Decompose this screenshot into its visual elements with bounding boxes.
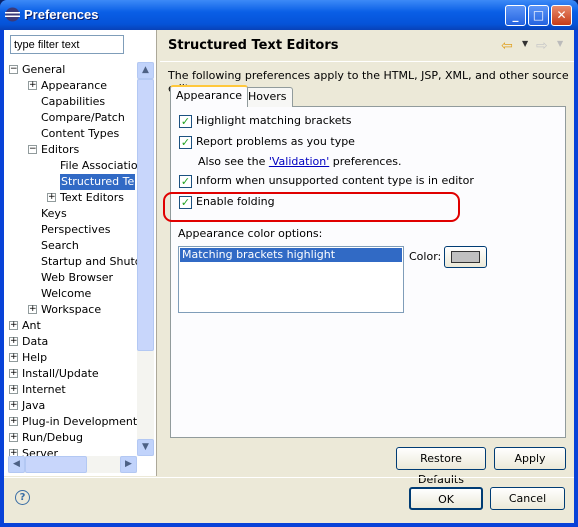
tree-item[interactable]: Content Types: [41, 126, 119, 142]
appearance-tab-content: ✓ Highlight matching brackets ✓ Report p…: [163, 106, 566, 438]
window-title: Preferences: [24, 7, 99, 22]
color-label: Color:: [409, 250, 442, 263]
collapse-icon[interactable]: −: [28, 145, 37, 154]
tree-item[interactable]: File Associatio: [60, 158, 137, 174]
expand-icon[interactable]: +: [47, 193, 56, 202]
tree-item[interactable]: Ant: [22, 318, 41, 334]
color-option-item[interactable]: Matching brackets highlight: [180, 248, 402, 262]
tree-vertical-scrollbar[interactable]: ▲ ▼: [137, 62, 154, 456]
expand-icon[interactable]: +: [9, 337, 18, 346]
expand-icon[interactable]: +: [9, 401, 18, 410]
color-options-label: Appearance color options:: [178, 227, 323, 240]
tree-item[interactable]: Perspectives: [41, 222, 110, 238]
tree-item[interactable]: Welcome: [41, 286, 91, 302]
tree-item[interactable]: Data: [22, 334, 48, 350]
collapse-icon[interactable]: −: [9, 65, 18, 74]
highlight-brackets-checkbox[interactable]: ✓: [179, 115, 192, 128]
tree-item[interactable]: General: [22, 62, 65, 78]
expand-icon[interactable]: +: [9, 433, 18, 442]
expand-icon[interactable]: +: [9, 417, 18, 426]
tree-item[interactable]: Editors: [41, 142, 79, 158]
tab-hovers[interactable]: Hovers: [242, 87, 293, 107]
tree-item[interactable]: Web Browser: [41, 270, 113, 286]
tree-item[interactable]: Help: [22, 350, 47, 366]
report-problems-checkbox[interactable]: ✓: [179, 136, 192, 149]
validation-suffix: preferences.: [329, 155, 402, 168]
close-button[interactable]: ✕: [551, 5, 572, 26]
page-title: Structured Text Editors: [168, 38, 339, 53]
expand-icon[interactable]: +: [9, 385, 18, 394]
minimize-button[interactable]: _: [505, 5, 526, 26]
tree-item[interactable]: Appearance: [41, 78, 107, 94]
apply-button[interactable]: Apply: [494, 447, 566, 470]
tree-item[interactable]: Structured Te: [60, 174, 136, 190]
title-bar[interactable]: Preferences _ □ ✕: [0, 0, 578, 30]
ok-button[interactable]: OK: [409, 487, 483, 510]
preferences-window: Preferences _ □ ✕ −General+AppearanceCap…: [0, 0, 578, 527]
inform-unsupported-checkbox[interactable]: ✓: [179, 175, 192, 188]
help-icon[interactable]: ?: [15, 490, 30, 505]
tree-item[interactable]: Compare/Patch: [41, 110, 125, 126]
forward-menu-chevron-icon[interactable]: ▼: [557, 39, 563, 48]
maximize-button[interactable]: □: [528, 5, 549, 26]
validation-link[interactable]: 'Validation': [269, 155, 329, 168]
dialog-body: −General+AppearanceCapabilitiesCompare/P…: [4, 30, 574, 523]
color-picker-button[interactable]: [444, 246, 487, 268]
preference-tree: − General + Appearance Capabilities Compare/P…: [8, 60, 137, 471]
panel-sash[interactable]: [156, 30, 160, 476]
tree-item[interactable]: Run/Debug: [22, 430, 83, 446]
header-divider: [160, 61, 574, 62]
tree-item[interactable]: Text Editors: [60, 190, 124, 206]
inform-unsupported-label: Inform when unsupported content type is …: [196, 174, 474, 187]
scroll-thumb[interactable]: [137, 79, 154, 351]
tree-item[interactable]: Internet: [22, 382, 66, 398]
hscroll-thumb[interactable]: [25, 456, 87, 473]
filter-input[interactable]: [10, 35, 124, 54]
eclipse-icon: [5, 7, 20, 22]
expand-icon[interactable]: +: [28, 305, 37, 314]
expand-icon[interactable]: +: [9, 369, 18, 378]
report-problems-label: Report problems as you type: [196, 135, 355, 148]
expand-icon[interactable]: +: [9, 353, 18, 362]
restore-defaults-button[interactable]: Restore Defaults: [396, 447, 486, 486]
back-menu-chevron-icon[interactable]: ▼: [522, 39, 528, 48]
tree-item[interactable]: Workspace: [41, 302, 101, 318]
tree-item[interactable]: Capabilities: [41, 94, 105, 110]
expand-icon[interactable]: +: [28, 81, 37, 90]
validation-prefix: Also see the: [198, 155, 269, 168]
highlight-brackets-label: Highlight matching brackets: [196, 114, 352, 127]
color-swatch: [451, 251, 480, 263]
tree-item[interactable]: Search: [41, 238, 79, 254]
highlight-annotation: [163, 192, 460, 222]
color-options-list[interactable]: Matching brackets highlight: [178, 246, 404, 313]
scroll-up-icon[interactable]: ▲: [137, 62, 154, 79]
scroll-left-icon[interactable]: ◀: [8, 456, 25, 473]
scroll-right-icon[interactable]: ▶: [120, 456, 137, 473]
preference-tree-panel: −General+AppearanceCapabilitiesCompare/P…: [4, 30, 156, 476]
expand-icon[interactable]: +: [9, 321, 18, 330]
scroll-down-icon[interactable]: ▼: [137, 439, 154, 456]
cancel-button[interactable]: Cancel: [490, 487, 565, 510]
tab-appearance[interactable]: Appearance: [170, 85, 249, 107]
tree-item[interactable]: Java: [22, 398, 45, 414]
back-arrow-icon[interactable]: ⇦: [501, 38, 513, 54]
tree-item[interactable]: Install/Update: [22, 366, 99, 382]
tree-item[interactable]: Keys: [41, 206, 67, 222]
tree-horizontal-scrollbar[interactable]: ◀ ▶: [8, 456, 137, 473]
validation-note: Also see the 'Validation' preferences.: [198, 155, 401, 168]
tree-item[interactable]: Startup and Shutd: [41, 254, 137, 270]
forward-arrow-icon[interactable]: ⇨: [536, 38, 548, 54]
footer-divider: [4, 477, 574, 478]
tree-item[interactable]: Plug-in Development: [22, 414, 137, 430]
